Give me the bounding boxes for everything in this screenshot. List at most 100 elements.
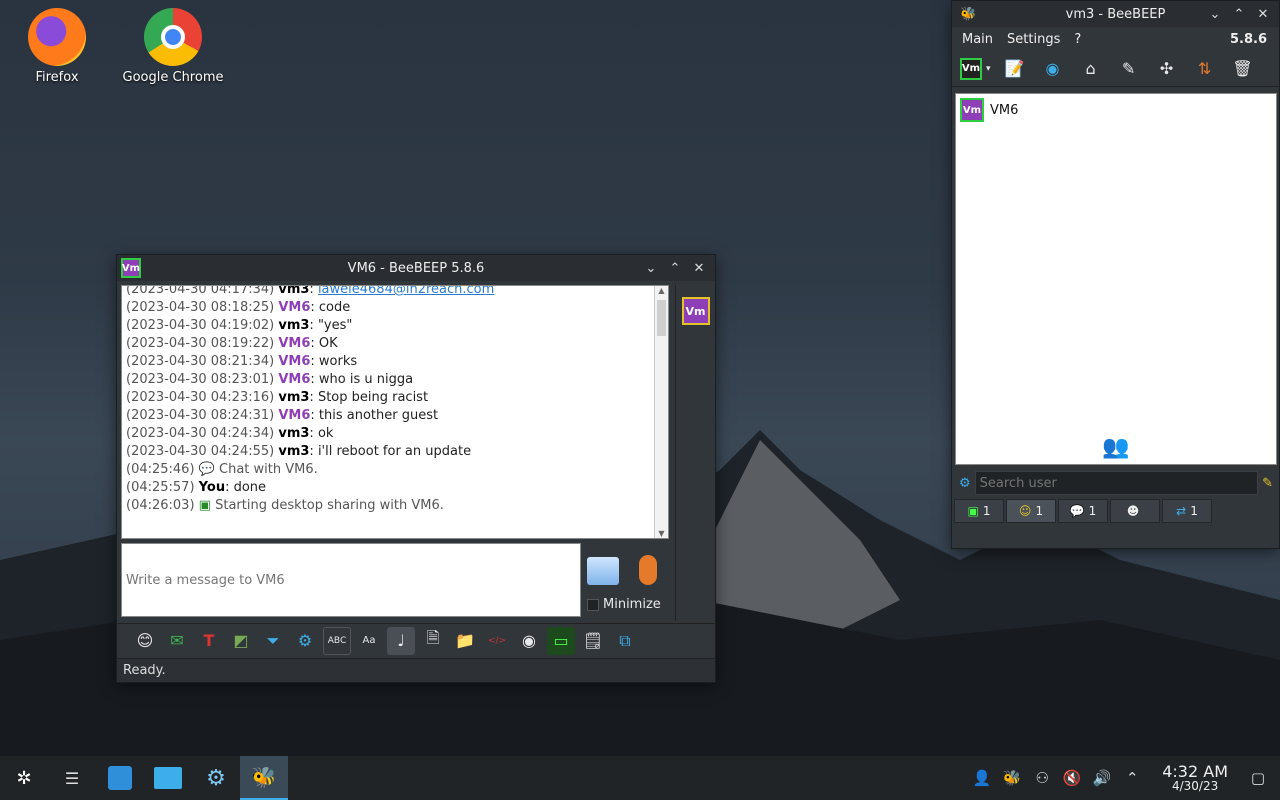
completion-icon[interactable]: Aa xyxy=(355,627,383,655)
chat-message: (2023-04-30 08:24:31) VM6: this another … xyxy=(126,408,439,423)
message-author[interactable]: You xyxy=(199,480,225,495)
message-author[interactable]: VM6 xyxy=(278,372,310,387)
task-beebeep[interactable]: 🐝 xyxy=(240,756,288,800)
message-author[interactable]: VM6 xyxy=(278,408,310,423)
volume-icon[interactable]: 🔊 xyxy=(1092,768,1112,788)
chat-titlebar[interactable]: Vm VM6 - BeeBEEP 5.8.6 ⌄ ⌃ ✕ xyxy=(117,255,715,281)
main-window: 🐝 vm3 - BeeBEEP ⌄ ⌃ ✕ Main Settings ? 5.… xyxy=(951,0,1280,549)
send-icon[interactable] xyxy=(587,557,619,585)
detach-icon[interactable]: ⧉ xyxy=(611,627,639,655)
user-icon[interactable]: 👤 xyxy=(972,768,992,788)
message-author[interactable]: VM6 xyxy=(278,354,310,369)
minimize-checkbox[interactable] xyxy=(587,598,599,611)
user-row[interactable]: Vm VM6 xyxy=(956,94,1276,126)
envelope-icon[interactable]: ✉ xyxy=(163,627,191,655)
plugin-icon[interactable]: ✣ xyxy=(1153,55,1181,83)
main-minimize-button[interactable]: ⌄ xyxy=(1205,4,1225,24)
user-switch-icon[interactable]: ⚇ xyxy=(1032,768,1052,788)
message-author[interactable]: VM6 xyxy=(278,336,310,351)
edit-profile-icon[interactable]: 📝 xyxy=(1001,55,1029,83)
member-avatar[interactable]: Vm xyxy=(681,297,710,325)
clear-search-icon[interactable]: ✎ xyxy=(1262,476,1273,491)
tab-groups[interactable]: ☻ xyxy=(1110,499,1160,523)
chat-icon: ▣ xyxy=(967,504,979,518)
task-files[interactable] xyxy=(144,756,192,800)
mute-icon[interactable]: 🔇 xyxy=(1062,768,1082,788)
users-group-icon: 👥 xyxy=(1102,435,1130,460)
close-button[interactable]: ✕ xyxy=(689,258,709,278)
minimize-toggle[interactable]: Minimize xyxy=(587,597,661,612)
send-folder-icon[interactable]: 📁 xyxy=(451,627,479,655)
tab-group-chat[interactable]: 💬 1 xyxy=(1058,499,1108,523)
maximize-button[interactable]: ⌃ xyxy=(665,258,685,278)
task-discover[interactable] xyxy=(96,756,144,800)
main-maximize-button[interactable]: ⌃ xyxy=(1229,4,1249,24)
message-timestamp: (04:25:46) xyxy=(126,462,199,477)
transfer-icon[interactable]: ⇅ xyxy=(1191,55,1219,83)
file-transfer-icon: ⇄ xyxy=(1176,504,1187,518)
screenshot-icon[interactable]: ◉ xyxy=(515,627,543,655)
save-chat-icon[interactable]: 🗒 xyxy=(579,627,607,655)
menu-help[interactable]: ? xyxy=(1074,32,1081,47)
code-icon[interactable]: </> xyxy=(483,627,511,655)
minimize-button[interactable]: ⌄ xyxy=(641,258,661,278)
beebeep-tray-icon[interactable]: 🐝 xyxy=(1002,768,1022,788)
task-settings[interactable]: ⚙ xyxy=(192,756,240,800)
tab-chats[interactable]: ▣ 1 xyxy=(954,499,1004,523)
chat-message: (04:25:46) 💬 Chat with VM6. xyxy=(126,461,664,479)
emoticon-icon[interactable]: 😊 xyxy=(131,627,159,655)
message-text: OK xyxy=(318,336,338,351)
firefox-desktop-icon[interactable]: Firefox xyxy=(2,0,112,85)
write-icon[interactable]: ✎ xyxy=(1115,55,1143,83)
chrome-desktop-icon[interactable]: Google Chrome xyxy=(118,0,228,85)
microphone-icon[interactable] xyxy=(639,555,657,585)
main-titlebar[interactable]: 🐝 vm3 - BeeBEEP ⌄ ⌃ ✕ xyxy=(952,1,1279,27)
message-author[interactable]: vm3 xyxy=(278,390,309,405)
menu-main[interactable]: Main xyxy=(962,32,993,47)
users-icon: ☺ xyxy=(1018,504,1032,518)
chat-message: (2023-04-30 04:23:16) vm3: Stop being ra… xyxy=(126,390,429,405)
message-link[interactable]: lawele4684@in2reach.com xyxy=(318,286,494,297)
task-overview[interactable]: ☰ xyxy=(48,756,96,800)
tab-users[interactable]: ☺ 1 xyxy=(1006,499,1056,523)
chat-message: (04:26:03) ▣ Starting desktop sharing wi… xyxy=(126,497,664,515)
home-icon[interactable]: ⌂ xyxy=(1077,55,1105,83)
message-author[interactable]: vm3 xyxy=(278,286,309,297)
show-desktop-icon[interactable]: ▢ xyxy=(1248,768,1268,788)
message-text: ok xyxy=(317,426,334,441)
message-author[interactable]: vm3 xyxy=(278,426,309,441)
message-timestamp: (2023-04-30 08:18:25) xyxy=(126,300,279,315)
message-input[interactable] xyxy=(121,543,581,617)
message-author[interactable]: vm3 xyxy=(278,318,309,333)
spellcheck-icon[interactable]: ABC xyxy=(323,626,351,655)
app-launcher[interactable]: ✲ xyxy=(0,756,48,800)
chat-history[interactable]: (2023-04-30 04:17:34) vm3: lawele4684@in… xyxy=(121,285,669,539)
color-icon[interactable]: ◩ xyxy=(227,627,255,655)
profile-dropdown-icon[interactable]: ▾ xyxy=(986,64,991,74)
tab-file-transfer[interactable]: ⇄ 1 xyxy=(1162,499,1212,523)
note-icon[interactable]: ♩ xyxy=(387,626,415,655)
expand-tray-icon[interactable]: ⌃ xyxy=(1122,768,1142,788)
profile-badge[interactable]: Vm xyxy=(960,57,982,80)
message-text: done xyxy=(233,480,267,495)
message-author[interactable]: vm3 xyxy=(278,444,309,459)
scroll-thumb[interactable] xyxy=(657,300,666,336)
version-label: 5.8.6 xyxy=(1229,31,1267,47)
clock[interactable]: 4:32 AM 4/30/23 xyxy=(1162,763,1228,794)
search-input[interactable] xyxy=(974,471,1259,495)
main-close-button[interactable]: ✕ xyxy=(1253,4,1273,24)
trash-icon[interactable]: 🗑 xyxy=(1229,55,1257,83)
menu-settings[interactable]: Settings xyxy=(1007,32,1060,47)
settings-icon[interactable]: ⚙ xyxy=(291,627,319,655)
filter-icon[interactable]: ⏷ xyxy=(259,627,287,655)
message-author[interactable]: VM6 xyxy=(278,300,310,315)
chat-scrollbar[interactable]: ▲ ▼ xyxy=(654,286,668,538)
send-file-icon[interactable]: 🗎 xyxy=(419,627,447,655)
font-icon[interactable]: T xyxy=(195,627,223,655)
clock-date: 4/30/23 xyxy=(1171,779,1219,794)
search-options-icon[interactable]: ⚙ xyxy=(959,476,971,491)
desktop-share-icon[interactable]: ▭ xyxy=(547,626,575,655)
network-icon[interactable]: ◉ xyxy=(1039,55,1067,83)
tab-chats-count: 1 xyxy=(982,504,991,518)
message-timestamp: (2023-04-30 04:24:34) xyxy=(126,426,279,441)
